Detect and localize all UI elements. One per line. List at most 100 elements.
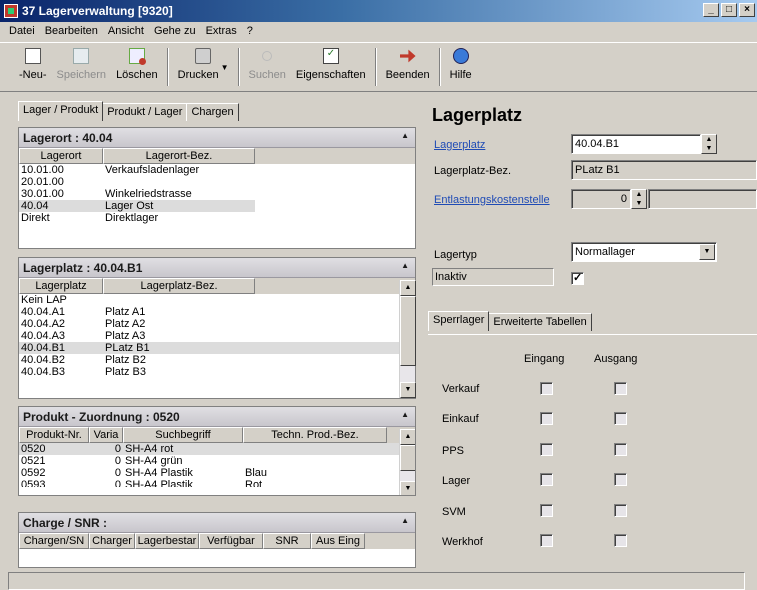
inaktiv-checkbox[interactable] xyxy=(571,271,584,285)
table-row[interactable]: 30.01.00 Winkelriedstrasse xyxy=(19,188,415,200)
tab-sperrlager[interactable]: Sperrlager xyxy=(428,311,490,331)
spin-down-icon[interactable]: ▼ xyxy=(702,144,716,153)
tab-chargen[interactable]: Chargen xyxy=(186,103,239,121)
new-document-icon xyxy=(24,48,41,64)
print-button[interactable]: Drucken▼ xyxy=(173,43,234,91)
tab-produkt-lager[interactable]: Produkt / Lager xyxy=(102,103,188,121)
save-button[interactable]: Speichern xyxy=(52,43,112,91)
checkbox-pps-eingang[interactable] xyxy=(540,443,553,456)
new-button[interactable]: -Neu- xyxy=(14,43,52,91)
lagerplatz-header[interactable]: Lagerplatz : 40.04.B1 ▲ xyxy=(19,258,415,278)
checkbox-svm-ausgang[interactable] xyxy=(614,504,627,517)
save-label: Speichern xyxy=(56,69,107,81)
scroll-up-icon[interactable]: ▲ xyxy=(400,280,416,296)
table-row[interactable]: 10.01.00 Verkaufsladenlager xyxy=(19,164,415,176)
table-row[interactable]: Kein LAP xyxy=(19,294,415,306)
scroll-down-icon[interactable]: ▼ xyxy=(400,481,415,495)
collapse-icon[interactable]: ▲ xyxy=(401,410,409,419)
checkbox-werkhof-eingang[interactable] xyxy=(540,534,553,547)
produkt-header[interactable]: Produkt - Zuordnung : 0520 ▲ xyxy=(19,407,415,427)
collapse-icon[interactable]: ▲ xyxy=(401,131,409,140)
column-header[interactable]: Lagerort xyxy=(19,148,103,164)
search-button[interactable]: Suchen xyxy=(244,43,291,91)
lagerplatz-field[interactable]: 40.04.B1 xyxy=(571,134,701,154)
chevron-down-icon[interactable]: ▼ xyxy=(221,63,229,72)
table-row[interactable]: Direkt Direktlager xyxy=(19,212,415,224)
checkbox-lager-ausgang[interactable] xyxy=(614,473,627,486)
column-header[interactable]: Techn. Prod.-Bez. xyxy=(243,427,387,443)
spin-down-icon[interactable]: ▼ xyxy=(632,199,646,208)
menu-gehe-zu[interactable]: Gehe zu xyxy=(149,25,201,37)
table-row[interactable]: 0592 0 SH-A4 Plastik Blau xyxy=(19,467,415,479)
kostenstelle-link[interactable]: Entlastungskostenstelle xyxy=(434,194,550,206)
column-header[interactable]: Aus Eing xyxy=(311,533,365,549)
checkbox-lager-eingang[interactable] xyxy=(540,473,553,486)
checkbox-verkauf-ausgang[interactable] xyxy=(614,382,627,395)
menu-extras[interactable]: Extras xyxy=(201,25,242,37)
table-row-selected[interactable]: 0520 0 SH-A4 rot xyxy=(19,443,399,455)
column-header[interactable]: Chargen/SN xyxy=(19,533,89,549)
scroll-down-icon[interactable]: ▼ xyxy=(400,382,416,398)
tab-erweiterte-tabellen[interactable]: Erweiterte Tabellen xyxy=(488,313,592,331)
kostenstelle-name-field[interactable] xyxy=(648,189,757,209)
tab-lager-produkt[interactable]: Lager / Produkt xyxy=(18,101,104,121)
checkbox-svm-eingang[interactable] xyxy=(540,504,553,517)
table-row[interactable]: 40.04.A1 Platz A1 xyxy=(19,306,415,318)
menu-help[interactable]: ? xyxy=(242,25,258,37)
column-header[interactable]: Charger xyxy=(89,533,135,549)
lagertyp-select[interactable]: Normallager xyxy=(571,242,717,262)
spin-up-icon[interactable]: ▲ xyxy=(702,135,716,144)
collapse-icon[interactable]: ▲ xyxy=(401,516,409,525)
lagerplatz-spinner[interactable]: ▲ ▼ xyxy=(701,134,717,154)
checkbox-werkhof-ausgang[interactable] xyxy=(614,534,627,547)
table-row-selected[interactable]: 40.04 Lager Ost xyxy=(19,200,255,212)
close-button[interactable]: × xyxy=(739,3,755,17)
spin-up-icon[interactable]: ▲ xyxy=(632,190,646,199)
table-row[interactable]: 40.04.A2 Platz A2 xyxy=(19,318,415,330)
kostenstelle-field[interactable]: 0 xyxy=(571,189,631,209)
scroll-thumb[interactable] xyxy=(400,445,415,471)
scroll-thumb[interactable] xyxy=(400,296,416,366)
menu-datei[interactable]: Datei xyxy=(4,25,40,37)
charge-header[interactable]: Charge / SNR : ▲ xyxy=(19,513,415,533)
properties-button[interactable]: Eigenschaften xyxy=(291,43,371,91)
chevron-down-icon[interactable]: ▼ xyxy=(699,244,715,260)
collapse-icon[interactable]: ▲ xyxy=(401,261,409,270)
table-row[interactable]: 40.04.B3 Platz B3 xyxy=(19,366,415,378)
checkbox-pps-ausgang[interactable] xyxy=(614,443,627,456)
column-header[interactable]: Lagerort-Bez. xyxy=(103,148,255,164)
table-row-selected[interactable]: 40.04.B1 PLatz B1 xyxy=(19,342,399,354)
column-header[interactable]: Suchbegriff xyxy=(123,427,243,443)
lagerplatz-scrollbar[interactable]: ▲ ▼ xyxy=(399,280,416,398)
help-button[interactable]: Hilfe xyxy=(445,43,477,91)
menu-ansicht[interactable]: Ansicht xyxy=(103,25,149,37)
bez-field[interactable]: PLatz B1 xyxy=(571,160,757,180)
column-header[interactable]: Lagerplatz xyxy=(19,278,103,294)
exit-button[interactable]: Beenden xyxy=(381,43,435,91)
minimize-button[interactable]: _ xyxy=(703,3,719,17)
produkt-scrollbar[interactable]: ▲ ▼ xyxy=(399,429,415,495)
checkbox-einkauf-ausgang[interactable] xyxy=(614,412,627,425)
menu-bearbeiten[interactable]: Bearbeiten xyxy=(40,25,103,37)
table-row[interactable]: 40.04.B2 Platz B2 xyxy=(19,354,415,366)
lagerort-header[interactable]: Lagerort : 40.04 ▲ xyxy=(19,128,415,148)
column-header[interactable]: Varia xyxy=(89,427,123,443)
column-header[interactable]: Lagerbestar xyxy=(135,533,199,549)
checkbox-einkauf-eingang[interactable] xyxy=(540,412,553,425)
maximize-button[interactable]: □ xyxy=(721,3,737,17)
table-row[interactable]: 40.04.A3 Platz A3 xyxy=(19,330,415,342)
checkbox-verkauf-eingang[interactable] xyxy=(540,382,553,395)
scroll-up-icon[interactable]: ▲ xyxy=(400,429,415,445)
help-label: Hilfe xyxy=(449,69,472,81)
column-header[interactable]: Produkt-Nr. xyxy=(19,427,89,443)
column-header[interactable]: SNR xyxy=(263,533,311,549)
table-row[interactable]: 0593 0 SH-A4 Plastik Rot xyxy=(19,479,415,487)
lagerplatz-link[interactable]: Lagerplatz xyxy=(434,139,485,151)
kostenstelle-spinner[interactable]: ▲ ▼ xyxy=(631,189,647,209)
table-row[interactable]: 20.01.00 xyxy=(19,176,415,188)
delete-button[interactable]: Löschen xyxy=(111,43,163,91)
app-icon[interactable] xyxy=(4,4,18,18)
column-header[interactable]: Verfügbar xyxy=(199,533,263,549)
column-header[interactable]: Lagerplatz-Bez. xyxy=(103,278,255,294)
table-row[interactable]: 0521 0 SH-A4 grün xyxy=(19,455,415,467)
